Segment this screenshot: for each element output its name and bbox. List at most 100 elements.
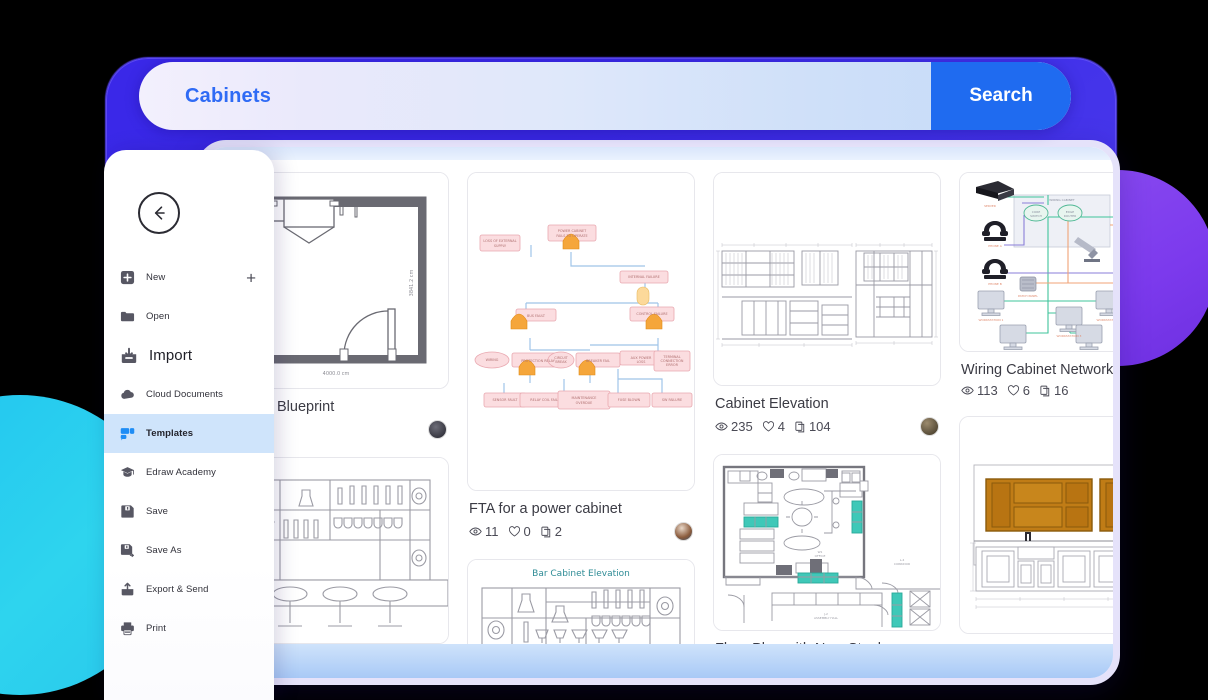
template-thumbnail[interactable]: W1 OFFICE L-4 CORRIDOR J-2 ASSEMBLY HALL [713,454,941,632]
duplicate-icon [541,526,550,537]
likes-count: 4 [777,419,785,435]
gallery-column-2: POWER CABINET FAILS TO OPERATE LOSS OF EX… [467,172,695,644]
template-card-stats: 11 0 2 [469,522,693,542]
file-menu-list: New + Open Import Cloud Documents Templa… [104,258,274,648]
svg-text:3841.2 cm: 3841.2 cm [409,270,415,297]
sidebar-item-edraw-academy[interactable]: Edraw Academy [104,453,274,492]
likes-count: 6 [1022,383,1030,399]
svg-text:MAINTENANCE: MAINTENANCE [572,396,597,400]
arrow-left-icon [154,206,165,220]
template-thumbnail[interactable] [959,416,1113,635]
svg-text:SW FAILURE: SW FAILURE [662,398,682,402]
template-card[interactable]: Bar Cabinet Elevation [467,559,695,644]
search-input[interactable]: Cabinets [185,85,931,108]
svg-text:SERVER: SERVER [984,204,996,208]
heart-icon [1007,385,1019,396]
sidebar-item-save-as[interactable]: Save As [104,531,274,570]
fault-tree-analysis-diagram-icon: POWER CABINETFAILS TO OPERATE LOSS OF EX… [468,173,694,490]
views-count: 11 [485,524,499,540]
views-stat: 235 [715,419,753,434]
template-thumbnail[interactable]: SERVER PHONE A PHONE B PATCH PANEL PATCH… [959,172,1113,352]
sidebar-item-label: Cloud Documents [146,389,224,400]
copies-count: 2 [554,524,562,540]
sidebar-item-print[interactable]: Print [104,609,274,648]
template-card[interactable]: SERVER PHONE A PHONE B PATCH PANEL PATCH… [959,172,1113,399]
svg-text:WIRING CABINET: WIRING CABINET [1049,198,1075,202]
svg-text:INTERNAL FAILURE: INTERNAL FAILURE [628,275,660,279]
svg-text:CONTROL FAILURE: CONTROL FAILURE [636,312,667,316]
sidebar-item-label: Open [146,311,170,322]
search-button[interactable]: Search [931,62,1071,130]
sidebar-item-new[interactable]: New + [104,258,274,297]
avatar[interactable] [428,420,447,440]
template-gallery-grid: 4000.0 cm 3841.2 cm Cabinet Blueprint 21 [203,160,1113,644]
cloud-icon [120,387,135,402]
svg-text:WORKSTATION 3: WORKSTATION 3 [1057,334,1082,338]
svg-text:FAILS TO OPERATE: FAILS TO OPERATE [556,234,587,238]
svg-text:SENSOR FAULT: SENSOR FAULT [492,398,518,402]
svg-text:4000.0 cm: 4000.0 cm [323,371,350,377]
save-icon [120,504,135,519]
cabinet-elevation-linework-icon [714,173,940,385]
avatar[interactable] [674,522,693,542]
svg-text:LOSS: LOSS [637,360,646,364]
sidebar-item-label: New [146,272,166,283]
folder-icon [120,309,135,324]
template-card-title: Cabinet Elevation [715,396,829,412]
sidebar-item-import[interactable]: Import [104,336,274,375]
template-card[interactable]: W1OFFICE L-4CORRIDOR J-2ASSEMBLY HALL Fl… [713,454,941,644]
template-thumbnail[interactable]: POWER CABINET FAILS TO OPERATE LOSS OF EX… [467,172,695,491]
wiring-cabinet-network-diagram-icon: SERVER PHONE A PHONE B PATCH PANEL PATCH… [960,173,1113,351]
sidebar-item-label: Save [146,506,169,517]
views-count: 235 [731,419,753,435]
sidebar-item-save[interactable]: Save [104,492,274,531]
save-as-icon [120,543,135,558]
sidebar-item-label: Import [149,347,193,364]
svg-text:BREAK: BREAK [555,360,567,364]
bar-cabinet-elevation-icon: Bar Cabinet Elevation [468,560,694,644]
sidebar-item-templates[interactable]: Templates [104,414,274,453]
eye-icon [469,527,482,536]
template-card[interactable]: Cabinet Elevation Drawing 498 [959,416,1113,644]
template-thumbnail[interactable] [713,172,941,386]
views-count: 113 [977,383,998,399]
new-document-icon [120,270,135,285]
template-card[interactable]: POWER CABINET FAILS TO OPERATE LOSS OF EX… [467,172,695,542]
back-button[interactable] [138,192,180,234]
plus-icon[interactable]: + [246,269,256,286]
svg-text:OFFICE: OFFICE [815,554,826,558]
sidebar-item-export-send[interactable]: Export & Send [104,570,274,609]
svg-text:WIRING: WIRING [486,358,499,362]
sidebar-item-label: Templates [146,428,194,439]
svg-text:BREAKER FAIL: BREAKER FAIL [586,359,610,363]
eye-icon [961,386,974,395]
avatar[interactable] [920,417,939,437]
template-card[interactable]: Cabinet Elevation 235 4 104 [713,172,941,437]
sidebar-item-cloud-documents[interactable]: Cloud Documents [104,375,274,414]
printer-icon [120,621,135,636]
svg-text:PHONE A: PHONE A [988,244,1003,248]
graduation-cap-icon [120,465,135,480]
svg-text:OVERDUE: OVERDUE [576,401,593,405]
duplicate-icon [1040,385,1050,396]
export-send-icon [120,582,135,597]
gallery-column-3: Cabinet Elevation 235 4 104 W1 OFFICE L-… [713,172,941,644]
screenshot-stage: Cabinets Search 4000.0 cm 3841.2 cm Cabi… [0,0,1208,700]
svg-text:LOSS OF EXTERNAL: LOSS OF EXTERNAL [483,239,516,243]
copies-count: 16 [1053,383,1069,399]
svg-text:SUPPLY: SUPPLY [494,244,507,248]
likes-count: 0 [523,524,531,540]
heart-icon [762,421,774,432]
svg-text:WORKSTATION 1: WORKSTATION 1 [979,318,1004,322]
template-card-stats: 235 4 104 [715,417,939,437]
svg-text:WORKSTATION 2: WORKSTATION 2 [1097,318,1113,322]
floor-plan-steel-cabinets-icon: W1OFFICE L-4CORRIDOR J-2ASSEMBLY HALL [714,455,940,631]
template-thumbnail[interactable]: Bar Cabinet Elevation [467,559,695,644]
likes-stat: 0 [508,524,531,539]
panel-bottom-strip [203,644,1113,678]
templates-content-panel: 4000.0 cm 3841.2 cm Cabinet Blueprint 21 [196,140,1120,685]
wood-cabinet-elevation-drawing-icon [960,417,1113,634]
thumbnail-caption: Bar Cabinet Elevation [532,569,630,579]
copies-stat: 104 [794,419,831,434]
sidebar-item-open[interactable]: Open [104,297,274,336]
